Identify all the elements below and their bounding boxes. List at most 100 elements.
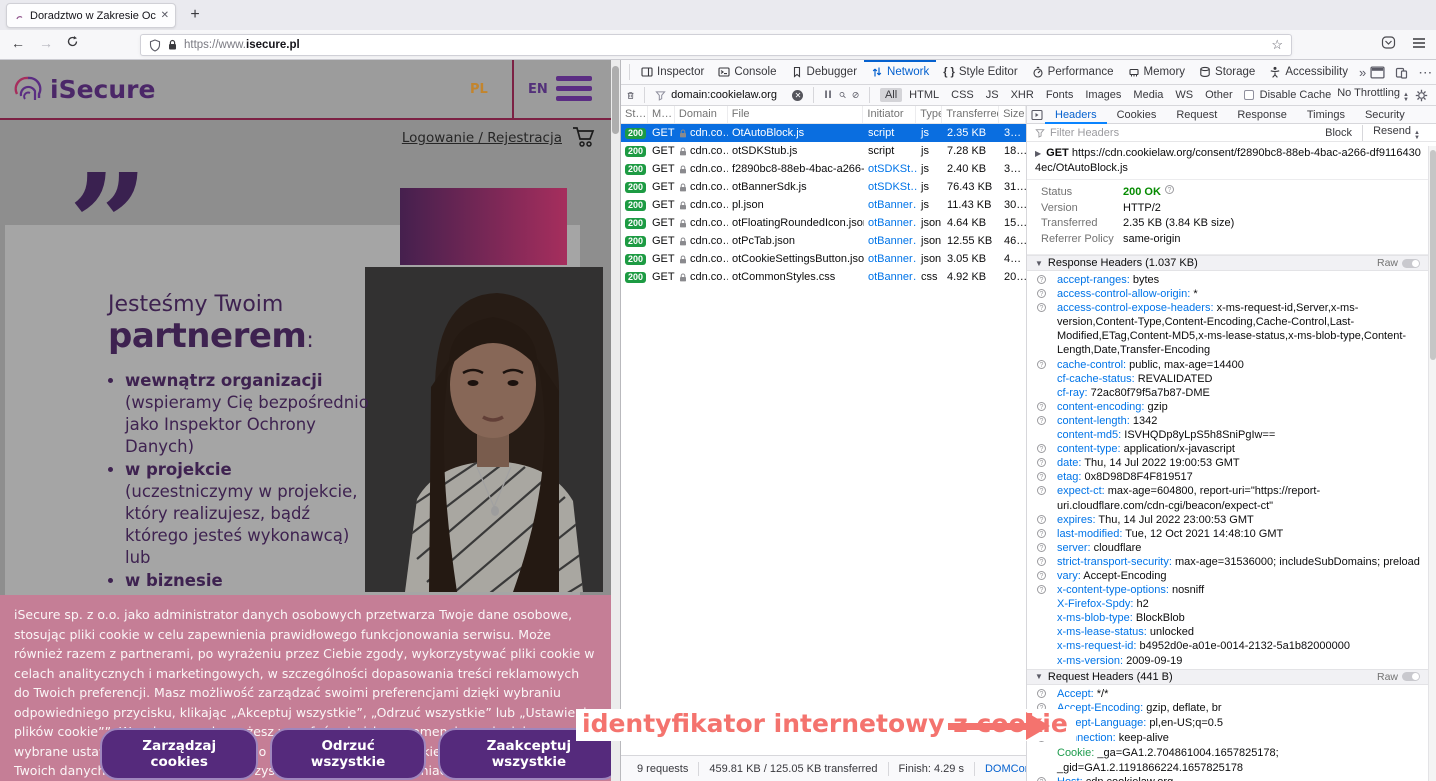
network-request-row[interactable]: 200GETcdn.co…otBannerSdk.jsotSDKSt…js76.… (621, 178, 1026, 196)
info-icon[interactable]: ? (1037, 303, 1046, 312)
lock-icon[interactable] (167, 39, 178, 51)
header-name[interactable]: accept-ranges: (1057, 274, 1130, 286)
tool-tab-style-editor[interactable]: { }Style Editor (936, 60, 1024, 85)
header-row[interactable]: ?server: cloudflare (1027, 541, 1428, 555)
url-text[interactable]: https://www.isecure.pl (184, 39, 1265, 51)
header-name[interactable]: access-control-expose-headers: (1057, 302, 1214, 314)
column-header-6[interactable]: Transferred (942, 106, 999, 123)
disable-cache-label[interactable]: Disable Cache (1260, 89, 1332, 101)
header-name[interactable]: access-control-allow-origin: (1057, 288, 1190, 300)
lang-en-button[interactable]: EN (528, 82, 548, 97)
raw-toggle[interactable] (1402, 259, 1420, 268)
tab-close-icon[interactable]: ✕ (161, 10, 169, 21)
request-headers-section[interactable]: ▼ Request Headers (441 B) Raw (1027, 669, 1428, 685)
header-row[interactable]: ?Connection: keep-alive (1027, 731, 1428, 746)
tool-tab-debugger[interactable]: Debugger (784, 60, 865, 85)
info-icon[interactable]: ? (1037, 402, 1046, 411)
tool-tab-inspector[interactable]: Inspector (634, 60, 711, 85)
info-icon[interactable]: ? (1037, 585, 1046, 594)
raw-toggle[interactable] (1402, 672, 1420, 681)
reload-button[interactable] (62, 35, 82, 51)
header-row[interactable]: content-md5: ISVHQDp8yLpS5h8SniPgIw== (1027, 428, 1428, 442)
tool-tab-network[interactable]: Network (864, 60, 936, 85)
header-row[interactable]: ?access-control-expose-headers: x-ms-req… (1027, 301, 1428, 357)
header-row[interactable]: ?strict-transport-security: max-age=3153… (1027, 555, 1428, 569)
header-row[interactable]: ?access-control-allow-origin: * (1027, 287, 1428, 301)
details-tab-response[interactable]: Response (1227, 106, 1297, 124)
split-pane-icon[interactable] (1031, 109, 1043, 121)
column-header-1[interactable]: M… (648, 106, 675, 123)
info-icon[interactable]: ? (1037, 486, 1046, 495)
type-filter-css[interactable]: CSS (946, 88, 979, 102)
tool-tab-accessibility[interactable]: Accessibility (1262, 60, 1355, 85)
type-filter-html[interactable]: HTML (904, 88, 944, 102)
tool-tab-storage[interactable]: Storage (1192, 60, 1262, 85)
initiator-cell[interactable]: otBanner… (864, 271, 917, 283)
block-request-icon[interactable] (852, 89, 859, 101)
header-name[interactable]: strict-transport-security: (1057, 556, 1172, 568)
header-name[interactable]: content-md5: (1057, 429, 1121, 441)
expand-triangle-icon[interactable]: ▶ (1035, 149, 1041, 158)
header-name[interactable]: date: (1057, 457, 1081, 469)
network-request-row[interactable]: 200GETcdn.co…otSDKStub.jsscriptjs7.28 KB… (621, 142, 1026, 160)
browser-tab[interactable]: Doradztwo w Zakresie Ochrony Dany ✕ (6, 3, 176, 28)
resend-button[interactable]: Resend ▲▼ (1373, 125, 1420, 141)
tool-tab-memory[interactable]: Memory (1121, 60, 1193, 85)
disable-cache-checkbox[interactable] (1244, 90, 1254, 100)
responsive-mode-icon[interactable] (1395, 66, 1408, 79)
column-header-5[interactable]: Type (916, 106, 942, 123)
column-header-0[interactable]: St… (621, 106, 648, 123)
column-header-7[interactable]: Size (999, 106, 1026, 123)
header-row[interactable]: ?x-content-type-options: nosniff (1027, 583, 1428, 597)
menu-icon[interactable] (1412, 37, 1426, 49)
type-filter-ws[interactable]: WS (1170, 88, 1198, 102)
header-name[interactable]: vary: (1057, 570, 1081, 582)
type-filter-images[interactable]: Images (1080, 88, 1126, 102)
collapse-triangle-icon[interactable]: ▼ (1035, 672, 1043, 681)
header-row[interactable]: ?vary: Accept-Encoding (1027, 569, 1428, 583)
info-icon[interactable]: ? (1037, 557, 1046, 566)
network-request-row[interactable]: 200GETcdn.co…otCookieSettingsButton.json… (621, 250, 1026, 268)
info-icon[interactable]: ? (1037, 458, 1046, 467)
info-icon[interactable]: ? (1037, 543, 1046, 552)
details-tab-cookies[interactable]: Cookies (1107, 106, 1167, 124)
info-icon[interactable]: ? (1037, 472, 1046, 481)
details-scrollbar-thumb[interactable] (1430, 150, 1436, 360)
header-row[interactable]: ?cache-control: public, max-age=14400 (1027, 358, 1428, 372)
network-request-row[interactable]: 200GETcdn.co…otCommonStyles.cssotBanner…… (621, 268, 1026, 286)
request-filter-input[interactable]: domain:cookielaw.org ✕ (655, 89, 803, 101)
header-row[interactable]: x-ms-request-id: b4952d0e-a01e-0014-2132… (1027, 639, 1428, 653)
cart-icon[interactable] (572, 126, 596, 148)
info-icon[interactable]: ? (1037, 444, 1046, 453)
new-tab-button[interactable]: + (184, 4, 206, 26)
initiator-cell[interactable]: otBanner… (864, 199, 917, 211)
page-scrollbar[interactable] (611, 60, 620, 781)
header-name[interactable]: server: (1057, 542, 1091, 554)
type-filter-other[interactable]: Other (1200, 88, 1238, 102)
initiator-cell[interactable]: otBanner… (864, 235, 917, 247)
header-name[interactable]: Accept: (1057, 688, 1094, 700)
url-bar[interactable]: https://www.isecure.pl ☆ (140, 34, 1292, 56)
header-row[interactable]: X-Firefox-Spdy: h2 (1027, 597, 1428, 611)
meatball-menu-icon[interactable]: ⋯ (1418, 65, 1432, 79)
info-icon[interactable]: ? (1037, 689, 1046, 698)
reject-all-button[interactable]: Odrzuć wszystkie (270, 728, 425, 780)
header-row[interactable]: ?content-length: 1342 (1027, 414, 1428, 428)
request-url-line[interactable]: ▶GET https://cdn.cookielaw.org/consent/f… (1027, 142, 1428, 180)
initiator-cell[interactable]: otSDKSt… (864, 163, 917, 175)
pocket-icon[interactable] (1381, 35, 1396, 50)
dock-layout-icon[interactable] (1370, 66, 1385, 79)
header-row[interactable]: x-ms-version: 2009-09-19 (1027, 654, 1428, 668)
header-row[interactable]: x-ms-lease-status: unlocked (1027, 625, 1428, 639)
info-icon[interactable]: ? (1037, 571, 1046, 580)
header-row[interactable]: ?content-encoding: gzip (1027, 400, 1428, 414)
filter-headers-input[interactable]: Filter Headers (1050, 127, 1320, 139)
header-name[interactable]: X-Firefox-Spdy: (1057, 598, 1133, 610)
initiator-cell[interactable]: otBanner… (864, 253, 917, 265)
network-request-row[interactable]: 200GETcdn.co…otFloatingRoundedIcon.jsono… (621, 214, 1026, 232)
header-name[interactable]: Host: (1057, 776, 1083, 781)
tool-tab-performance[interactable]: Performance (1025, 60, 1121, 85)
header-name[interactable]: x-ms-blob-type: (1057, 612, 1133, 624)
header-name[interactable]: expires: (1057, 514, 1096, 526)
network-request-row[interactable]: 200GETcdn.co…OtAutoBlock.jsscriptjs2.35 … (621, 124, 1026, 142)
